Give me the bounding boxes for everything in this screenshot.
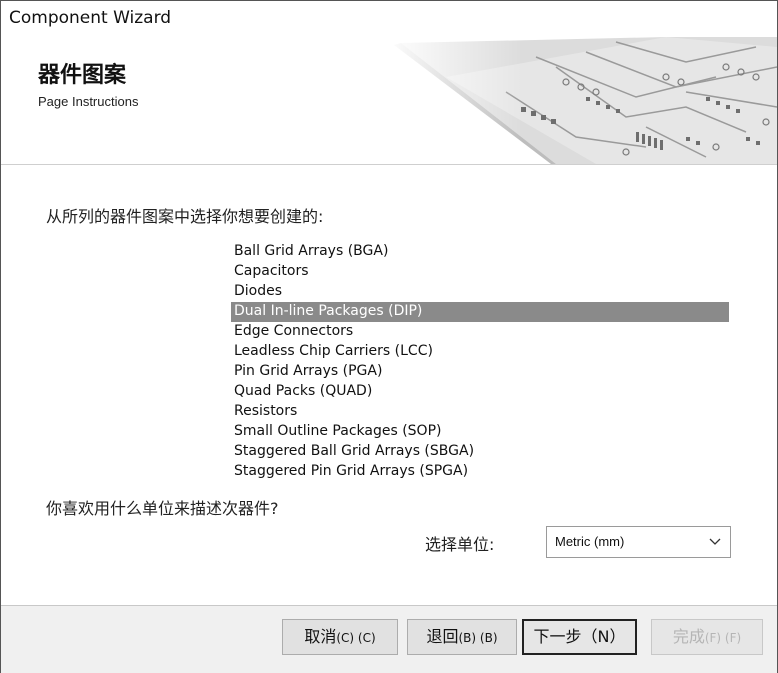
next-button[interactable]: 下一步（N） (522, 619, 637, 655)
finish-button-accelerator: (F) (F) (704, 631, 742, 645)
unit-select-label: 选择单位: (425, 535, 495, 554)
list-item[interactable]: Resistors (231, 402, 729, 422)
cancel-button-label: 取消 (304, 627, 337, 646)
title-bar[interactable]: Component Wizard (1, 1, 777, 37)
list-item[interactable]: Ball Grid Arrays (BGA) (231, 242, 729, 262)
circuit-board-image (386, 37, 777, 164)
page-heading: 器件图案 (38, 63, 127, 88)
cancel-button[interactable]: 取消(C) (C) (282, 619, 398, 655)
list-item[interactable]: Staggered Ball Grid Arrays (SBGA) (231, 442, 729, 462)
component-wizard-window: Component Wizard 器件图案 Page Instructions (0, 0, 778, 673)
next-button-label: 下一步（N） (533, 627, 626, 646)
list-item[interactable]: Capacitors (231, 262, 729, 282)
list-item[interactable]: Small Outline Packages (SOP) (231, 422, 729, 442)
wizard-header: 器件图案 Page Instructions (1, 37, 777, 165)
pattern-prompt: 从所列的器件图案中选择你想要创建的: (46, 207, 324, 226)
list-item[interactable]: Pin Grid Arrays (PGA) (231, 362, 729, 382)
wizard-content: 从所列的器件图案中选择你想要创建的: Ball Grid Arrays (BGA… (1, 165, 777, 605)
unit-select[interactable]: Metric (mm) (546, 526, 731, 558)
list-item-selected[interactable]: Dual In-line Packages (DIP) (231, 302, 729, 322)
list-item[interactable]: Diodes (231, 282, 729, 302)
window-title: Component Wizard (9, 8, 172, 28)
finish-button[interactable]: 完成(F) (F) (651, 619, 763, 655)
unit-prompt: 你喜欢用什么单位来描述次器件? (46, 499, 279, 518)
chevron-down-icon (709, 538, 721, 545)
pattern-list[interactable]: Ball Grid Arrays (BGA) Capacitors Diodes… (231, 242, 731, 482)
page-instructions: Page Instructions (38, 94, 139, 109)
list-item[interactable]: Staggered Pin Grid Arrays (SPGA) (231, 462, 729, 482)
wizard-footer: 取消(C) (C) 退回(B) (B) 下一步（N） 完成(F) (F) (1, 605, 777, 673)
unit-select-value: Metric (mm) (555, 534, 625, 549)
cancel-button-accelerator: (C) (C) (336, 631, 376, 645)
finish-button-label: 完成 (672, 627, 705, 646)
back-button-accelerator: (B) (B) (458, 631, 498, 645)
back-button-label: 退回 (426, 627, 459, 646)
list-item[interactable]: Leadless Chip Carriers (LCC) (231, 342, 729, 362)
back-button[interactable]: 退回(B) (B) (407, 619, 517, 655)
list-item[interactable]: Edge Connectors (231, 322, 729, 342)
list-item[interactable]: Quad Packs (QUAD) (231, 382, 729, 402)
